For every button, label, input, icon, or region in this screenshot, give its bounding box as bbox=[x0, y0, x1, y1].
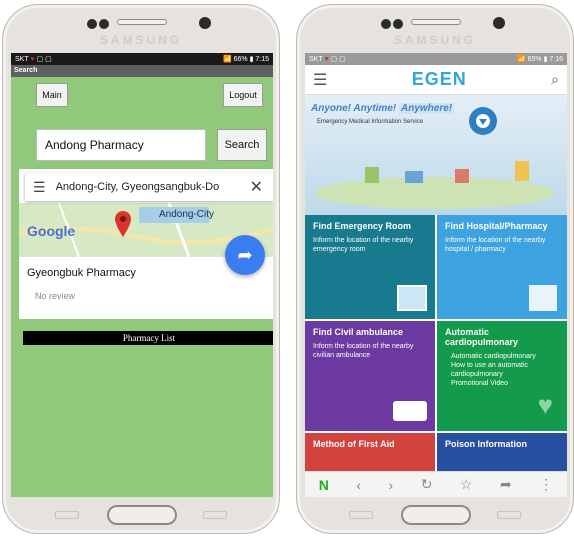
home-button[interactable] bbox=[107, 505, 177, 525]
tile-desc: Inform the location of the nearby emerge… bbox=[313, 237, 414, 253]
carrier-text: SKT bbox=[15, 56, 29, 63]
battery-text: 65% bbox=[527, 56, 542, 63]
tile-emergency-room[interactable]: Find Emergency Room Inform the location … bbox=[305, 215, 435, 319]
tile-civil-ambulance[interactable]: Find Civil ambulance Inform the location… bbox=[305, 321, 435, 431]
directions-icon[interactable]: ➦ bbox=[225, 235, 265, 275]
home-button[interactable] bbox=[401, 505, 471, 525]
map-icon bbox=[397, 285, 427, 311]
result-name[interactable]: Gyeongbuk Pharmacy bbox=[27, 267, 136, 279]
status-bar: SKT ♥ ▢ ▢ 📶 65% ▮ 7:16 bbox=[305, 53, 567, 65]
sensor-dot bbox=[99, 19, 109, 29]
close-icon[interactable]: ✕ bbox=[250, 177, 263, 197]
hospital-icon bbox=[529, 285, 557, 311]
google-logo: Google bbox=[27, 223, 76, 239]
result-review: No review bbox=[35, 291, 76, 301]
right-phone: SAMSUNG SKT ♥ ▢ ▢ 📶 65% ▮ 7:16 ☰ EGEN ⌕ … bbox=[296, 4, 574, 534]
ambulance-icon bbox=[393, 401, 427, 421]
main-button[interactable]: Main bbox=[36, 83, 68, 107]
speaker-grille bbox=[411, 19, 461, 25]
status-bar: SKT ♥ ▢ ▢ 📶 66% ▮ 7:15 bbox=[11, 53, 273, 65]
sensor-dot bbox=[393, 19, 403, 29]
tile-title: Poison Information bbox=[445, 439, 527, 449]
recent-apps-key[interactable] bbox=[349, 511, 373, 519]
heart-pulse-icon: ♥ bbox=[537, 390, 553, 420]
right-screen: SKT ♥ ▢ ▢ 📶 65% ▮ 7:16 ☰ EGEN ⌕ Anyone! … bbox=[305, 53, 567, 497]
tile-desc: Inform the location of the nearby hospit… bbox=[445, 237, 546, 253]
tile-first-aid[interactable]: Method of First Aid bbox=[305, 433, 435, 473]
more-icon[interactable]: ⋮ bbox=[539, 476, 553, 493]
address-bar[interactable]: ☰ Andong-City, Gyeongsangbuk-Do ✕ bbox=[25, 173, 273, 201]
tile-hospital-pharmacy[interactable]: Find Hospital/Pharmacy Inform the locati… bbox=[437, 215, 567, 319]
map-pin-icon[interactable] bbox=[115, 211, 131, 237]
tile-title: Automatic cardiopulmonary bbox=[445, 327, 519, 347]
pharmacy-list-bar[interactable]: Pharmacy List bbox=[23, 331, 273, 345]
star-icon[interactable]: ☆ bbox=[460, 476, 473, 493]
tile-item: How to use an automatic cardiopulmonary bbox=[451, 362, 529, 378]
tile-title: Method of First Aid bbox=[313, 439, 395, 449]
tile-poison-info[interactable]: Poison Information bbox=[437, 433, 567, 473]
time-text: 7:15 bbox=[255, 56, 269, 63]
brand-logo: SAMSUNG bbox=[99, 33, 183, 47]
map-panel: Google Andong-City ☰ Andong-City, Gyeong… bbox=[19, 169, 273, 319]
app-body: Main Logout Andong Pharmacy Search Googl… bbox=[11, 77, 273, 497]
address-text: Andong-City, Gyeongsangbuk-Do bbox=[55, 181, 220, 193]
back-icon[interactable]: ‹ bbox=[356, 477, 361, 493]
back-key[interactable] bbox=[203, 511, 227, 519]
recent-apps-key[interactable] bbox=[55, 511, 79, 519]
tile-title: Find Hospital/Pharmacy bbox=[445, 221, 548, 231]
menu-icon[interactable]: ☰ bbox=[33, 179, 46, 196]
tile-title: Find Civil ambulance bbox=[313, 327, 404, 337]
refresh-icon[interactable]: ↻ bbox=[421, 476, 433, 493]
tile-item: Automatic cardiopulmonary bbox=[451, 353, 536, 360]
search-input[interactable]: Andong Pharmacy bbox=[36, 129, 206, 161]
browser-toolbar: N ‹ › ↻ ☆ ➦ ⋮ bbox=[305, 471, 567, 497]
map-city-label: Andong-City bbox=[159, 209, 215, 220]
heart-icon: ♥ bbox=[30, 56, 35, 63]
battery-text: 66% bbox=[233, 56, 248, 63]
forward-icon[interactable]: › bbox=[389, 477, 394, 493]
app-header: ☰ EGEN ⌕ bbox=[305, 65, 567, 95]
back-key[interactable] bbox=[497, 511, 521, 519]
tile-item: Promotional Video bbox=[451, 380, 509, 387]
sensor-dot bbox=[381, 19, 391, 29]
front-camera bbox=[493, 17, 505, 29]
heart-icon: ♥ bbox=[324, 56, 329, 63]
time-text: 7:16 bbox=[549, 56, 563, 63]
share-icon[interactable]: ➦ bbox=[500, 476, 512, 493]
search-icon[interactable]: ⌕ bbox=[551, 71, 559, 88]
app-logo: EGEN bbox=[411, 69, 467, 89]
tile-title: Find Emergency Room bbox=[313, 221, 412, 231]
hero-banner: Anyone! Anytime! Anywhere! Emergency Med… bbox=[305, 95, 567, 215]
front-camera bbox=[199, 17, 211, 29]
speaker-grille bbox=[117, 19, 167, 25]
window-title: Search bbox=[11, 65, 273, 77]
sensor-dot bbox=[87, 19, 97, 29]
menu-icon[interactable]: ☰ bbox=[313, 70, 327, 90]
search-button[interactable]: Search bbox=[217, 129, 267, 161]
logout-button[interactable]: Logout bbox=[223, 83, 263, 107]
tile-desc: Inform the location of the nearby civili… bbox=[313, 343, 414, 359]
left-phone: SAMSUNG SKT ♥ ▢ ▢ 📶 66% ▮ 7:15 Search Ma… bbox=[2, 4, 280, 534]
tile-aed[interactable]: Automatic cardiopulmonary Automatic card… bbox=[437, 321, 567, 431]
city-illustration bbox=[315, 107, 555, 209]
carrier-text: SKT bbox=[309, 56, 323, 63]
left-screen: SKT ♥ ▢ ▢ 📶 66% ▮ 7:15 Search Main Logou… bbox=[11, 53, 273, 497]
naver-icon[interactable]: N bbox=[319, 477, 329, 493]
brand-logo: SAMSUNG bbox=[393, 33, 477, 47]
